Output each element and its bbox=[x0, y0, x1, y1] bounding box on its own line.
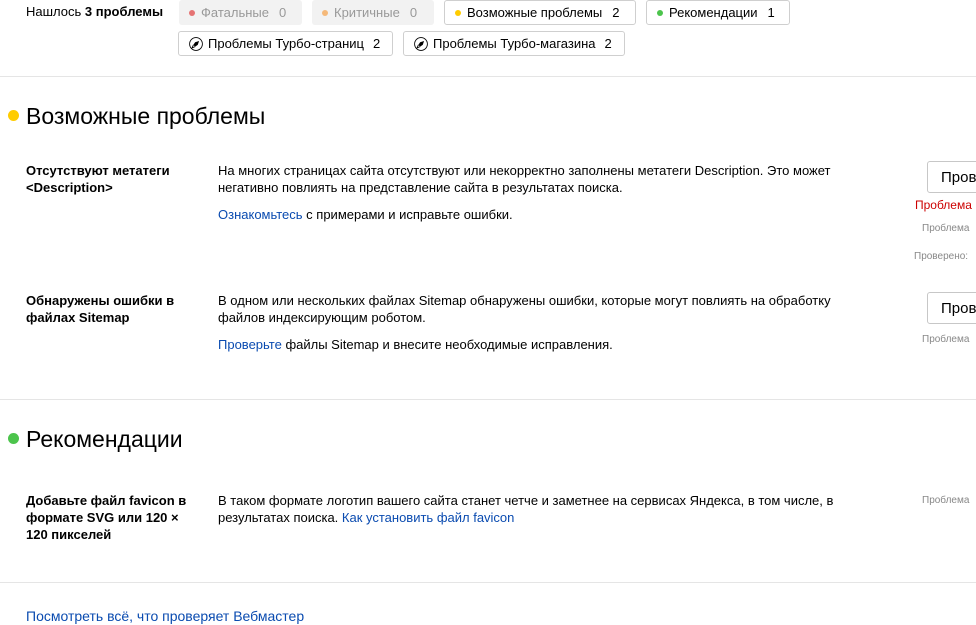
status-checked: Проверено: bbox=[914, 251, 969, 262]
section-title-recommendations: Рекомендации bbox=[26, 426, 183, 452]
status-problem: Проблема bbox=[922, 334, 970, 345]
critical-dot-icon bbox=[322, 9, 328, 16]
issue-title-sitemap-errors: Обнаружены ошибки в файлах Sitemap bbox=[26, 293, 175, 325]
filter-label: Возможные проблемы bbox=[467, 5, 603, 20]
filter-label: Проблемы Турбо-страниц bbox=[208, 36, 364, 51]
filter-count: 1 bbox=[767, 5, 775, 20]
status-problem: Проблема bbox=[922, 223, 970, 234]
possible-dot-icon bbox=[455, 9, 461, 16]
possible-problems-dot-icon bbox=[8, 110, 19, 121]
issue-description: В таком формате логотип вашего сайта ста… bbox=[218, 492, 858, 526]
rocket-icon bbox=[189, 36, 203, 51]
fatal-dot-icon bbox=[189, 9, 195, 16]
filter-fatal[interactable]: Фатальные 0 bbox=[179, 0, 302, 25]
filter-label: Проблемы Турбо-магазина bbox=[433, 36, 596, 51]
divider bbox=[0, 582, 976, 583]
divider bbox=[0, 399, 976, 400]
section-title-possible-problems: Возможные проблемы bbox=[26, 103, 266, 129]
issue-action: Ознакомьтесь с примерами и исправьте оши… bbox=[218, 206, 858, 223]
filter-count: 0 bbox=[409, 5, 418, 20]
recommendations-dot-icon bbox=[8, 433, 19, 444]
issue-action-text: с примерами и исправьте ошибки. bbox=[302, 207, 513, 222]
filter-turbo-shop[interactable]: Проблемы Турбо-магазина 2 bbox=[403, 31, 625, 56]
issue-action: Проверьте файлы Sitemap и внесите необхо… bbox=[218, 336, 858, 353]
filter-count: 2 bbox=[612, 5, 620, 20]
issue-action-text: файлы Sitemap и внесите необходимые испр… bbox=[281, 337, 613, 352]
status-problem-red: Проблема bbox=[915, 198, 972, 212]
check-sitemap-link[interactable]: Проверьте bbox=[218, 337, 282, 352]
filter-possible-problems[interactable]: Возможные проблемы 2 bbox=[444, 0, 636, 25]
recommendations-dot-icon bbox=[657, 9, 663, 16]
recheck-button[interactable]: Пров bbox=[927, 292, 976, 324]
learn-examples-link[interactable]: Ознакомьтесь bbox=[218, 207, 303, 222]
summary-count: 3 проблемы bbox=[84, 4, 164, 19]
filter-turbo-pages[interactable]: Проблемы Турбо-страниц 2 bbox=[178, 31, 393, 56]
filter-count: 2 bbox=[604, 36, 612, 51]
issue-title-meta-description: Отсутствуют метатеги <Description> bbox=[26, 163, 170, 195]
recheck-button[interactable]: Пров bbox=[927, 161, 976, 193]
favicon-howto-link[interactable]: Как установить файл favicon bbox=[342, 510, 515, 525]
filter-label: Критичные bbox=[334, 5, 400, 20]
filter-count: 2 bbox=[372, 36, 381, 51]
problems-summary: Нашлось 3 проблемы bbox=[26, 4, 163, 20]
issue-description: В одном или нескольких файлах Sitemap об… bbox=[218, 293, 831, 325]
rocket-icon bbox=[414, 36, 428, 51]
issue-description-text: В таком формате логотип вашего сайта ста… bbox=[218, 493, 834, 525]
see-all-checks-link[interactable]: Посмотреть всё, что проверяет Вебмастер bbox=[26, 608, 304, 625]
status-problem: Проблема bbox=[922, 495, 970, 506]
filter-count: 0 bbox=[278, 5, 287, 20]
filter-label: Рекомендации bbox=[669, 5, 758, 20]
divider bbox=[0, 76, 976, 77]
filter-recommendations[interactable]: Рекомендации 1 bbox=[646, 0, 790, 25]
issue-title-favicon: Добавьте файл favicon в формате SVG или … bbox=[26, 493, 187, 542]
summary-prefix: Нашлось bbox=[26, 4, 82, 19]
filter-label: Фатальные bbox=[201, 5, 269, 20]
filter-critical[interactable]: Критичные 0 bbox=[312, 0, 434, 25]
issue-description: На многих страницах сайта отсутствуют ил… bbox=[218, 163, 831, 195]
